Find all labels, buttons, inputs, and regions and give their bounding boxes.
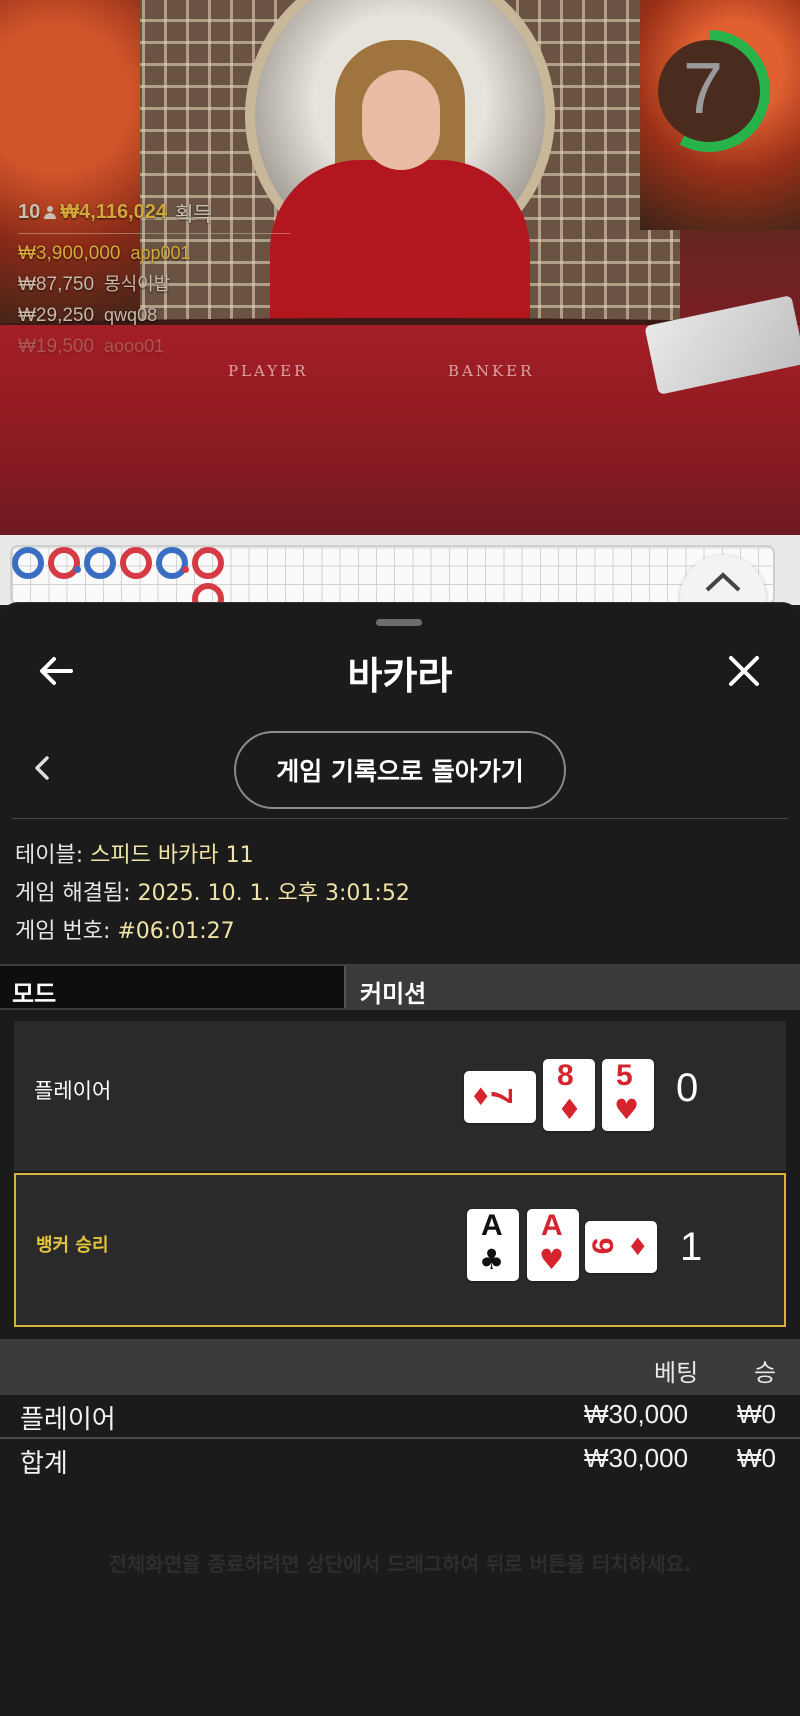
close-icon: [729, 656, 759, 686]
player-label: 플레이어: [34, 1079, 112, 1103]
felt-label-player: PLAYER: [228, 362, 309, 380]
table-row: 플레이어 ₩30,000 ₩0: [20, 1399, 776, 1434]
divider: [18, 233, 290, 234]
drag-handle[interactable]: [376, 619, 422, 626]
game-number-info: 게임 번호: #06:01:27: [15, 919, 235, 944]
playing-card: A ♣: [467, 1209, 519, 1281]
playing-card: 8 ♦: [543, 1059, 595, 1131]
live-video-feed: PLAYER BANKER 7 10 ₩4,116,024 획득 ₩3,900,…: [0, 0, 800, 535]
game-history-sheet: 바카라 게임 기록으로 돌아가기 테이블: 스피드 바카라 11 게임 해결됨:…: [0, 602, 800, 1716]
winner-row: ₩19,500 aooo01: [18, 336, 165, 357]
divider: [12, 818, 788, 819]
countdown-timer-value: 7: [682, 49, 724, 129]
bead-player: [12, 547, 44, 579]
bead-banker: [192, 547, 224, 579]
table-row: 합계 ₩30,000 ₩0: [20, 1443, 776, 1478]
close-button[interactable]: [716, 643, 772, 699]
playing-card: 9 ♦: [585, 1221, 657, 1273]
banker-score: 1: [680, 1225, 703, 1269]
bets-table-header: 베팅 승: [0, 1339, 800, 1395]
player-score: 0: [676, 1066, 699, 1110]
playing-card: 7 ♦: [464, 1071, 536, 1123]
winner-row: ₩87,750 몽식이밥: [18, 274, 171, 295]
bet-column-header: 베팅: [654, 1359, 699, 1387]
winner-row: ₩3,900,000 app001: [18, 243, 191, 264]
bead-player: [84, 547, 116, 579]
winners-list: 10 ₩4,116,024 획득 ₩3,900,000 app001 ₩87,75…: [18, 198, 290, 362]
chevron-up-icon: [705, 572, 741, 592]
player-hand-panel: 플레이어 7 ♦ 8 ♦ 5 ♥ 0: [14, 1021, 786, 1171]
column-commission: 커미션: [344, 966, 800, 1008]
table-info: 테이블: 스피드 바카라 11: [15, 843, 254, 868]
return-to-history-button[interactable]: 게임 기록으로 돌아가기: [234, 731, 566, 809]
fullscreen-hint: 전체화면을 종료하려면 상단에서 드래그하여 뒤로 버튼을 터치하세요.: [108, 1552, 692, 1576]
user-icon: [44, 205, 57, 220]
banker-hand-panel: 뱅커 승리 A ♣ A ♥ 9 ♦ 1: [14, 1173, 786, 1327]
bead-banker: [48, 547, 81, 579]
winners-label: 획득: [175, 204, 212, 226]
resolved-info: 게임 해결됨: 2025. 10. 1. 오후 3:01:52: [15, 881, 410, 906]
previous-game-button[interactable]: [28, 753, 58, 783]
win-column-header: 승: [754, 1359, 777, 1387]
sheet-title: 바카라: [347, 654, 453, 698]
playing-card: A ♥: [527, 1209, 579, 1281]
chevron-left-icon: [35, 756, 49, 780]
mode-header: 모드 커미션: [0, 964, 800, 1010]
winners-header: 10 ₩4,116,024 획득: [18, 198, 290, 227]
playing-card: 5 ♥: [602, 1059, 654, 1131]
felt-label-banker: BANKER: [448, 362, 535, 380]
banker-win-label: 뱅커 승리: [36, 1235, 109, 1256]
dealer: [250, 40, 550, 380]
column-mode: 모드: [0, 966, 344, 1008]
bead-banker: [120, 547, 152, 579]
bead-player: [156, 547, 189, 579]
bead-road[interactable]: [0, 535, 800, 641]
winners-count: 10: [18, 201, 41, 223]
winners-total: ₩4,116,024: [60, 201, 167, 223]
winner-row: ₩29,250 qwq08: [18, 305, 158, 326]
